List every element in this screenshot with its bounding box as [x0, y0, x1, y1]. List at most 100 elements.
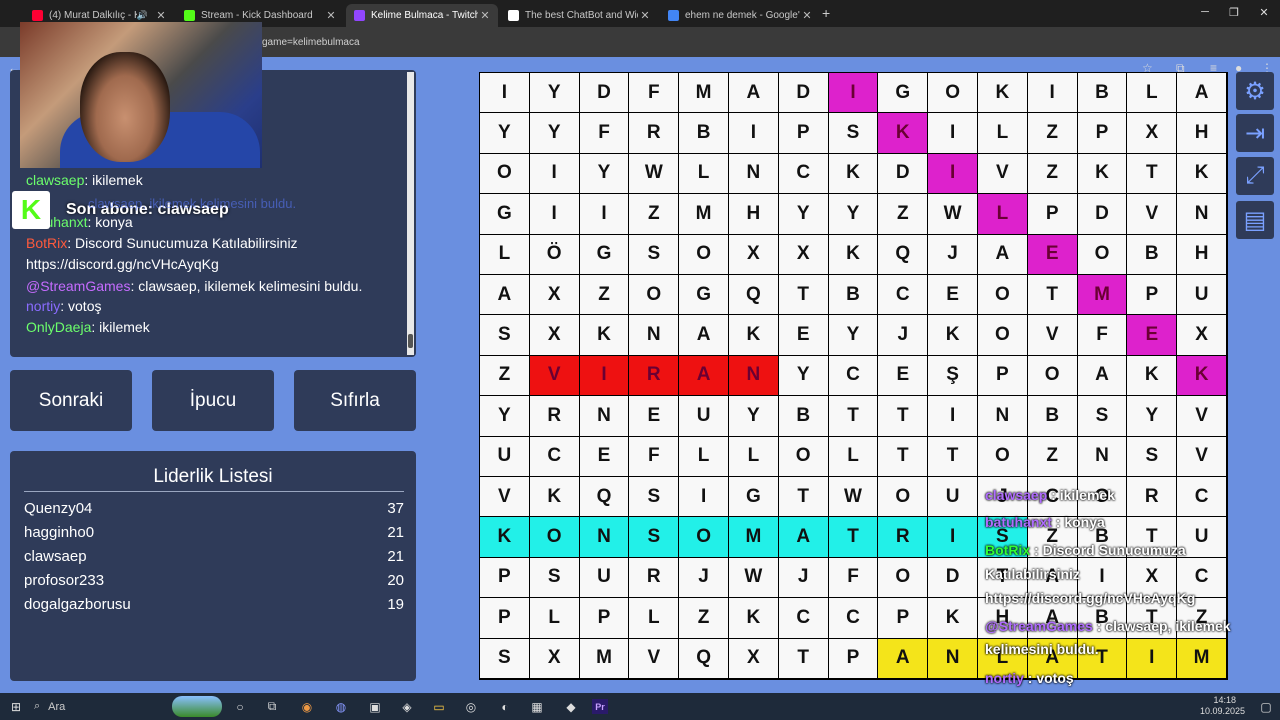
grid-cell[interactable]: S: [629, 477, 679, 517]
grid-cell[interactable]: I: [729, 113, 778, 153]
close-tab-icon[interactable]: ✕: [324, 9, 338, 22]
windows-start-icon[interactable]: ⊞: [6, 693, 26, 720]
grid-cell[interactable]: K: [828, 234, 878, 274]
grid-cell[interactable]: R: [529, 396, 579, 436]
grid-cell[interactable]: S: [1077, 396, 1127, 436]
cortana-icon[interactable]: ○: [230, 693, 250, 720]
browser-tab[interactable]: ehem ne demek - Google'da A✕: [660, 4, 820, 27]
close-tab-icon[interactable]: ✕: [478, 9, 492, 22]
grid-cell[interactable]: K: [729, 315, 778, 355]
grid-cell[interactable]: D: [1077, 194, 1127, 234]
grid-cell[interactable]: X: [729, 234, 778, 274]
grid-cell[interactable]: N: [729, 355, 778, 396]
grid-cell[interactable]: N: [928, 638, 977, 678]
grid-cell[interactable]: L: [978, 113, 1027, 153]
grid-cell[interactable]: Y: [1127, 396, 1177, 436]
grid-cell[interactable]: K: [1177, 153, 1226, 194]
grid-cell[interactable]: E: [928, 275, 977, 315]
chat-username[interactable]: clawsaep: [26, 172, 84, 188]
grid-cell[interactable]: A: [1077, 355, 1127, 396]
grid-cell[interactable]: P: [480, 557, 529, 598]
exit-icon[interactable]: ⇥: [1236, 114, 1274, 152]
grid-cell[interactable]: V: [1027, 315, 1077, 355]
grid-cell[interactable]: F: [1077, 315, 1127, 355]
grid-cell[interactable]: K: [529, 477, 579, 517]
grid-cell[interactable]: Q: [729, 275, 778, 315]
grid-cell[interactable]: U: [679, 396, 728, 436]
new-tab-button[interactable]: +: [822, 5, 830, 21]
grid-cell[interactable]: P: [480, 598, 529, 638]
apps-grid-icon[interactable]: ▦: [526, 693, 548, 720]
chat-username[interactable]: BotRix: [26, 235, 67, 251]
grid-cell[interactable]: U: [1177, 275, 1226, 315]
grid-cell[interactable]: S: [629, 234, 679, 274]
grid-cell[interactable]: E: [629, 396, 679, 436]
grid-cell[interactable]: S: [629, 517, 679, 557]
grid-cell[interactable]: Q: [679, 638, 728, 678]
grid-cell[interactable]: G: [679, 275, 728, 315]
grid-cell[interactable]: V: [978, 153, 1027, 194]
grid-cell[interactable]: Y: [579, 153, 629, 194]
grid-cell[interactable]: B: [778, 396, 828, 436]
grid-cell[interactable]: O: [679, 517, 728, 557]
grid-cell[interactable]: Z: [679, 598, 728, 638]
grid-cell[interactable]: E: [1127, 315, 1177, 355]
grid-cell[interactable]: T: [878, 396, 928, 436]
app-2-icon[interactable]: ◆: [560, 693, 582, 720]
weather-widget-icon[interactable]: [172, 696, 222, 717]
grid-cell[interactable]: P: [1077, 113, 1127, 153]
close-tab-icon[interactable]: ✕: [154, 9, 168, 22]
grid-cell[interactable]: F: [629, 73, 679, 113]
grid-cell[interactable]: O: [1027, 355, 1077, 396]
grid-cell[interactable]: V: [1127, 194, 1177, 234]
grid-cell[interactable]: I: [928, 113, 977, 153]
grid-cell[interactable]: W: [629, 153, 679, 194]
grid-cell[interactable]: L: [679, 153, 728, 194]
grid-cell[interactable]: K: [480, 517, 529, 557]
grid-cell[interactable]: R: [629, 557, 679, 598]
grid-cell[interactable]: M: [729, 517, 778, 557]
grid-cell[interactable]: I: [529, 153, 579, 194]
grid-cell[interactable]: B: [1127, 234, 1177, 274]
grid-cell[interactable]: I: [579, 355, 629, 396]
grid-cell[interactable]: K: [729, 598, 778, 638]
grid-cell[interactable]: T: [778, 275, 828, 315]
grid-cell[interactable]: C: [828, 355, 878, 396]
grid-cell[interactable]: D: [928, 557, 977, 598]
grid-cell[interactable]: G: [878, 73, 928, 113]
grid-cell[interactable]: O: [978, 436, 1027, 476]
grid-cell[interactable]: I: [529, 194, 579, 234]
close-window-button[interactable]: ✕: [1254, 6, 1274, 19]
grid-cell[interactable]: O: [978, 315, 1027, 355]
grid-cell[interactable]: F: [828, 557, 878, 598]
grid-cell[interactable]: L: [679, 436, 728, 476]
grid-cell[interactable]: O: [529, 517, 579, 557]
grid-cell[interactable]: H: [1177, 113, 1226, 153]
grid-cell[interactable]: I: [579, 194, 629, 234]
maximize-button[interactable]: ❐: [1224, 6, 1244, 19]
grid-cell[interactable]: I: [928, 517, 977, 557]
grid-cell[interactable]: A: [729, 73, 778, 113]
minimize-button[interactable]: ─: [1195, 6, 1215, 18]
grid-cell[interactable]: B: [679, 113, 728, 153]
grid-cell[interactable]: A: [480, 275, 529, 315]
grid-cell[interactable]: L: [529, 598, 579, 638]
grid-cell[interactable]: N: [1077, 436, 1127, 476]
grid-cell[interactable]: Y: [529, 73, 579, 113]
grid-cell[interactable]: O: [629, 275, 679, 315]
settings-gear-icon[interactable]: ⚙: [1236, 72, 1274, 110]
grid-cell[interactable]: V: [529, 355, 579, 396]
grid-cell[interactable]: H: [729, 194, 778, 234]
grid-cell[interactable]: O: [928, 73, 977, 113]
grid-cell[interactable]: C: [1177, 477, 1226, 517]
grid-cell[interactable]: U: [480, 436, 529, 476]
grid-cell[interactable]: M: [679, 194, 728, 234]
grid-cell[interactable]: Z: [579, 275, 629, 315]
grid-cell[interactable]: O: [1077, 234, 1127, 274]
reset-button[interactable]: Sıfırla: [294, 370, 416, 431]
grid-cell[interactable]: O: [778, 436, 828, 476]
grid-cell[interactable]: S: [480, 638, 529, 678]
grid-cell[interactable]: N: [1177, 194, 1226, 234]
grid-cell[interactable]: X: [1177, 315, 1226, 355]
grid-cell[interactable]: X: [529, 638, 579, 678]
